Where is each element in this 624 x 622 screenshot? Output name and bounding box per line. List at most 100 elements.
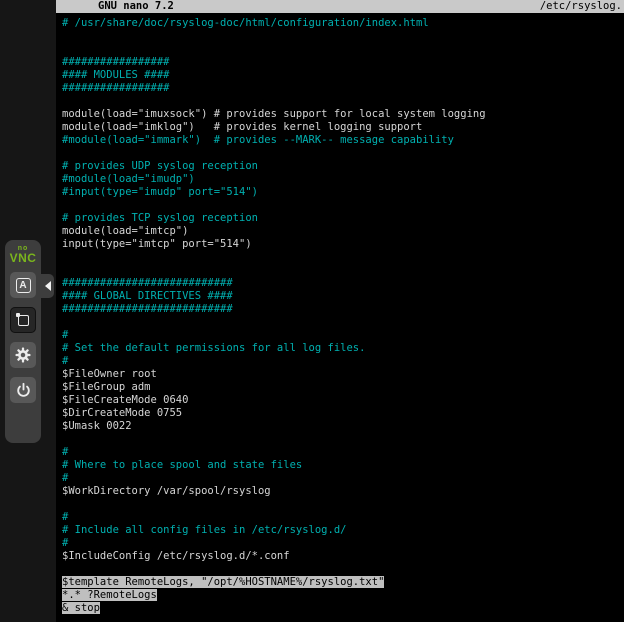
editor-line: # Where to place spool and state files bbox=[62, 459, 624, 472]
editor-line: *.* ?RemoteLogs bbox=[62, 589, 624, 602]
editor-line: input(type="imtcp" port="514") bbox=[62, 238, 624, 251]
editor-line bbox=[62, 95, 624, 108]
editor-line: # Set the default permissions for all lo… bbox=[62, 342, 624, 355]
editor-text-segment: #input(type="imudp" port="514") bbox=[62, 186, 258, 198]
editor-text-segment: ########################### bbox=[62, 303, 233, 315]
power-button[interactable] bbox=[10, 377, 36, 403]
editor-text-segment: $template RemoteLogs, "/opt/%HOSTNAME%/r… bbox=[62, 576, 384, 588]
editor-line: module(load="imtcp") bbox=[62, 225, 624, 238]
editor-text-segment: $Umask 0022 bbox=[62, 420, 132, 432]
editor-line: $Umask 0022 bbox=[62, 420, 624, 433]
editor-line: ########################### bbox=[62, 303, 624, 316]
editor-line: # provides UDP syslog reception bbox=[62, 160, 624, 173]
editor-line: # provides TCP syslog reception bbox=[62, 212, 624, 225]
editor-text-segment: # bbox=[62, 355, 68, 367]
editor-line bbox=[62, 30, 624, 43]
editor-text-segment: input(type="imtcp" port="514") bbox=[62, 238, 252, 250]
collapse-arrow-icon bbox=[45, 281, 51, 291]
editor-line: # Include all config files in /etc/rsysl… bbox=[62, 524, 624, 537]
editor-text-segment: $DirCreateMode 0755 bbox=[62, 407, 182, 419]
control-bar-handle[interactable] bbox=[41, 274, 54, 298]
editor-text-segment: # bbox=[62, 472, 68, 484]
editor-text-segment: # /usr/share/doc/rsyslog-doc/html/config… bbox=[62, 17, 429, 29]
editor-text-segment: # Include all config files in /etc/rsysl… bbox=[62, 524, 346, 536]
editor-line: module(load="imuxsock") # provides suppo… bbox=[62, 108, 624, 121]
fullscreen-icon bbox=[18, 315, 29, 326]
editor-text-segment: # provides UDP syslog reception bbox=[62, 160, 258, 172]
editor-line: # bbox=[62, 472, 624, 485]
editor-line: # /usr/share/doc/rsyslog-doc/html/config… bbox=[62, 17, 624, 30]
editor-text-segment: # bbox=[62, 511, 68, 523]
editor-line: # bbox=[62, 446, 624, 459]
editor-text-segment: # Where to place spool and state files bbox=[62, 459, 302, 471]
editor-text-segment: $IncludeConfig /etc/rsyslog.d/*.conf bbox=[62, 550, 290, 562]
editor-line: $FileOwner root bbox=[62, 368, 624, 381]
editor-line: $template RemoteLogs, "/opt/%HOSTNAME%/r… bbox=[62, 576, 624, 589]
editor-line: # bbox=[62, 537, 624, 550]
editor-text-segment: #module(load="immark") # provides --MARK… bbox=[62, 134, 454, 146]
keyboard-button[interactable]: A bbox=[10, 272, 36, 298]
novnc-control-bar: no VNC A bbox=[5, 240, 41, 443]
power-icon bbox=[15, 382, 32, 399]
terminal-window[interactable]: GNU nano 7.2 /etc/rsyslog. # /usr/share/… bbox=[56, 0, 624, 622]
settings-button[interactable] bbox=[10, 342, 36, 368]
editor-line bbox=[62, 199, 624, 212]
editor-line: ########################### bbox=[62, 277, 624, 290]
editor-text-segment: # Set the default permissions for all lo… bbox=[62, 342, 365, 354]
nano-editor[interactable]: # /usr/share/doc/rsyslog-doc/html/config… bbox=[56, 13, 624, 615]
file-path-label: /etc/rsyslog. bbox=[540, 0, 622, 13]
editor-text-segment: #### GLOBAL DIRECTIVES #### bbox=[62, 290, 233, 302]
editor-text-segment: & stop bbox=[62, 602, 100, 614]
editor-line bbox=[62, 264, 624, 277]
fullscreen-button[interactable] bbox=[10, 307, 36, 333]
editor-text-segment: $FileGroup adm bbox=[62, 381, 151, 393]
editor-line: ################# bbox=[62, 56, 624, 69]
novnc-logo: no VNC bbox=[10, 245, 37, 264]
editor-text-segment: $FileOwner root bbox=[62, 368, 157, 380]
editor-line bbox=[62, 433, 624, 446]
novnc-logo-text: VNC bbox=[10, 252, 37, 264]
editor-text-segment: #### MODULES #### bbox=[62, 69, 169, 81]
editor-text-segment: # bbox=[62, 446, 68, 458]
editor-text-segment: module(load="imtcp") bbox=[62, 225, 188, 237]
editor-text-segment: # provides TCP syslog reception bbox=[62, 212, 258, 224]
editor-text-segment: module(load="imklog") # provides kernel … bbox=[62, 121, 422, 133]
editor-text-segment: # bbox=[62, 537, 68, 549]
editor-line: $FileGroup adm bbox=[62, 381, 624, 394]
editor-line: # bbox=[62, 329, 624, 342]
editor-line: $DirCreateMode 0755 bbox=[62, 407, 624, 420]
keyboard-icon: A bbox=[16, 278, 31, 293]
editor-line: # bbox=[62, 511, 624, 524]
editor-text-segment: $FileCreateMode 0640 bbox=[62, 394, 188, 406]
editor-line: $IncludeConfig /etc/rsyslog.d/*.conf bbox=[62, 550, 624, 563]
editor-line: #### MODULES #### bbox=[62, 69, 624, 82]
editor-line: #### GLOBAL DIRECTIVES #### bbox=[62, 290, 624, 303]
editor-text-segment: ################# bbox=[62, 82, 169, 94]
editor-line: ################# bbox=[62, 82, 624, 95]
editor-line: $FileCreateMode 0640 bbox=[62, 394, 624, 407]
editor-line: $WorkDirectory /var/spool/rsyslog bbox=[62, 485, 624, 498]
editor-line bbox=[62, 43, 624, 56]
editor-line: #input(type="imudp" port="514") bbox=[62, 186, 624, 199]
editor-text-segment: #module(load="imudp") bbox=[62, 173, 195, 185]
editor-text-segment: ################# bbox=[62, 56, 169, 68]
editor-line bbox=[62, 563, 624, 576]
editor-line: #module(load="immark") # provides --MARK… bbox=[62, 134, 624, 147]
editor-text-segment: ########################### bbox=[62, 277, 233, 289]
editor-line bbox=[62, 251, 624, 264]
editor-text-segment: *.* ?RemoteLogs bbox=[62, 589, 157, 601]
editor-line: # bbox=[62, 355, 624, 368]
editor-line bbox=[62, 316, 624, 329]
editor-line bbox=[62, 147, 624, 160]
editor-line bbox=[62, 498, 624, 511]
editor-line: #module(load="imudp") bbox=[62, 173, 624, 186]
nano-titlebar: GNU nano 7.2 /etc/rsyslog. bbox=[56, 0, 624, 13]
editor-text-segment: module(load="imuxsock") # provides suppo… bbox=[62, 108, 486, 120]
gear-icon bbox=[14, 346, 32, 364]
screen: GNU nano 7.2 /etc/rsyslog. # /usr/share/… bbox=[0, 0, 624, 622]
editor-line: & stop bbox=[62, 602, 624, 615]
editor-line: module(load="imklog") # provides kernel … bbox=[62, 121, 624, 134]
editor-text-segment: # bbox=[62, 329, 68, 341]
nano-version-label: GNU nano 7.2 bbox=[98, 0, 174, 13]
editor-text-segment: $WorkDirectory /var/spool/rsyslog bbox=[62, 485, 271, 497]
